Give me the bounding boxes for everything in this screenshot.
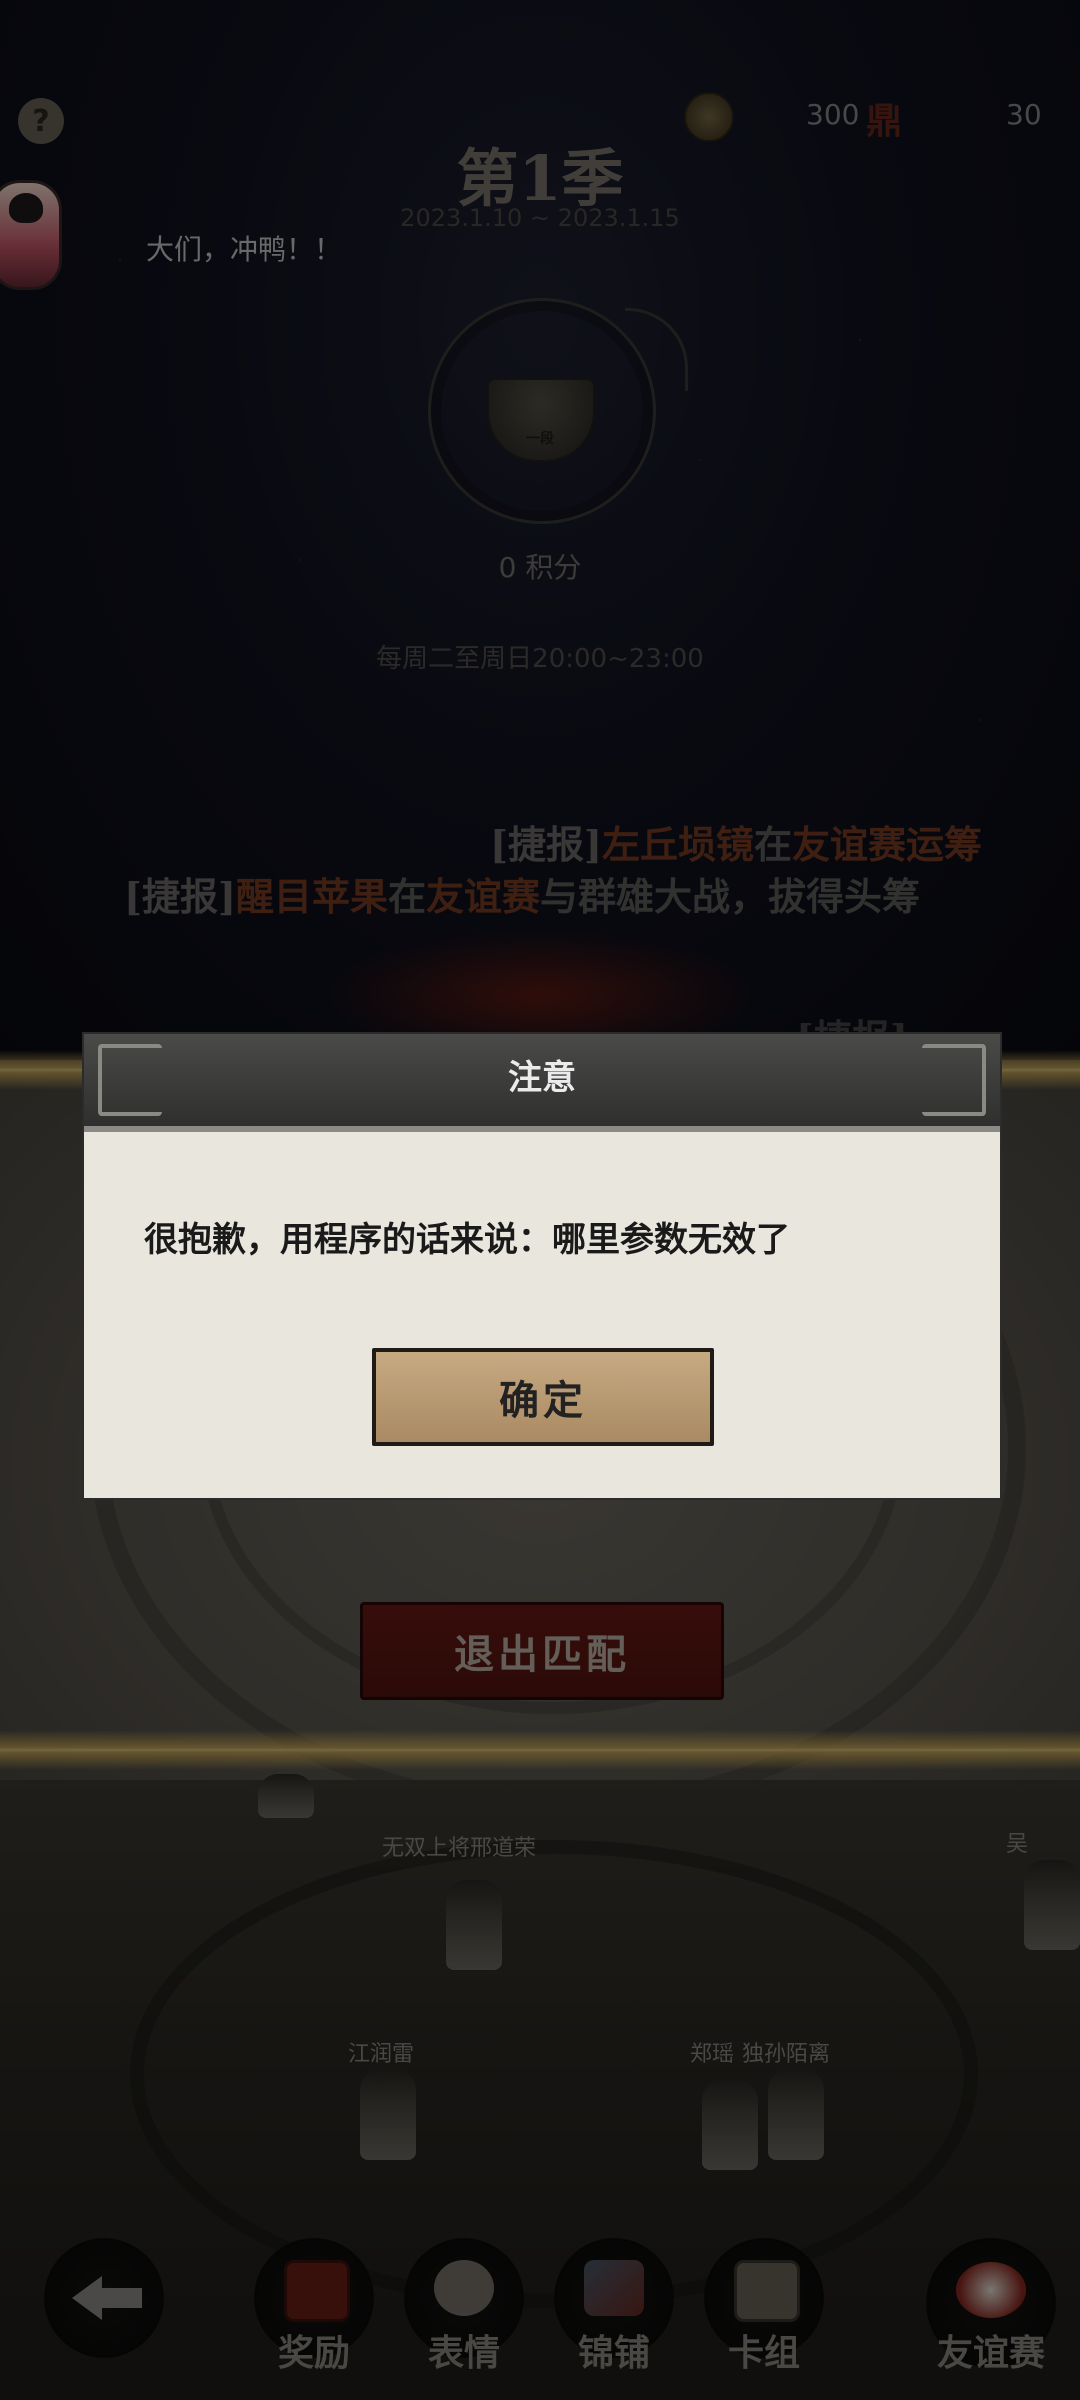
confirm-button[interactable]: 确定 [372, 1348, 714, 1446]
dialog-message: 很抱歉，用程序的话来说：哪里参数无效了 [144, 1220, 790, 1260]
dialog-title: 注意 [508, 1058, 576, 1098]
dialog-header: 注意 [84, 1034, 1000, 1132]
alert-dialog: 注意 很抱歉，用程序的话来说：哪里参数无效了 确定 [82, 1032, 1002, 1500]
